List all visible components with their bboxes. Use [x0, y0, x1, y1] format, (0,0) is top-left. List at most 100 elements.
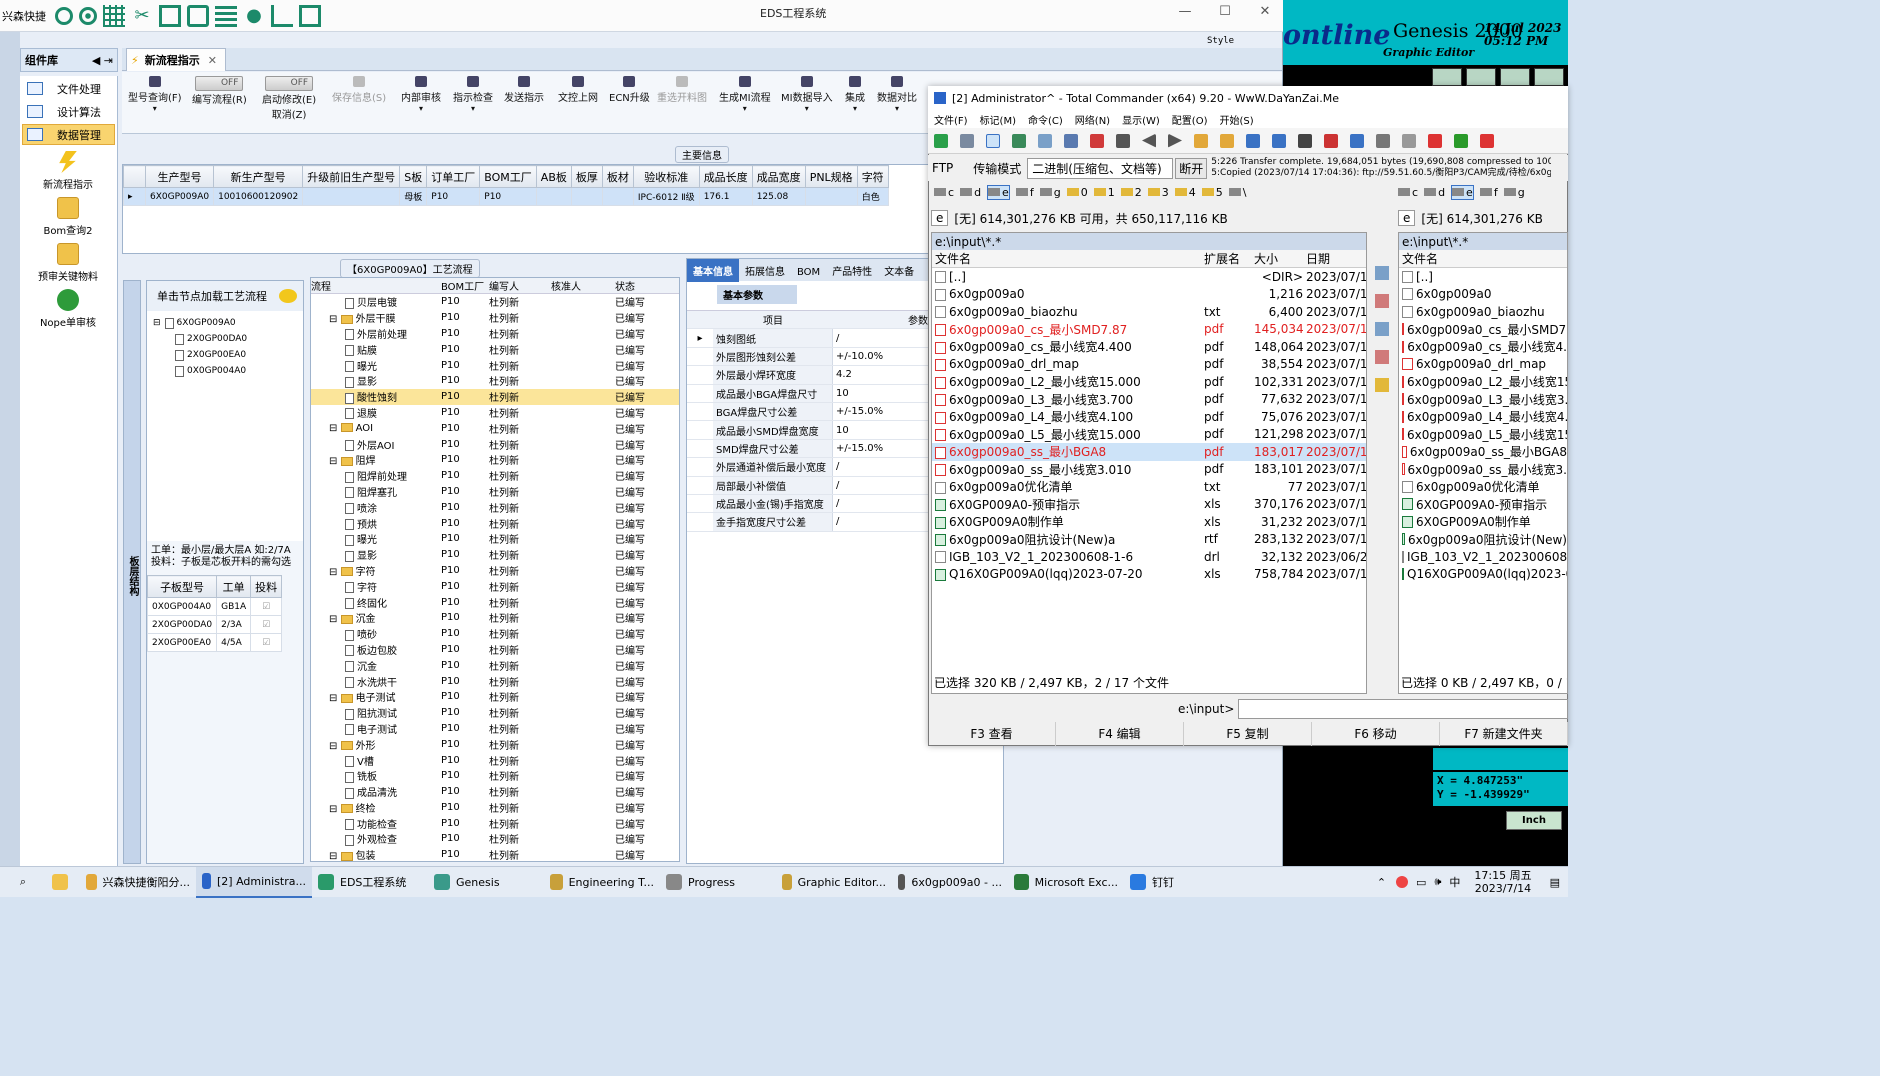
flow-row[interactable]: 酸性蚀刻 P10 杜列新 已编写 — [311, 388, 679, 405]
work-order-cell[interactable]: 2/3A — [216, 615, 252, 634]
file-row[interactable]: 6x0gp009a0_L2_最小线宽15.000 pdf 102,331 2023/0… — [932, 373, 1366, 391]
param-value[interactable]: 4.2 — [833, 369, 852, 380]
main-info-cell[interactable]: P10 — [479, 187, 537, 206]
board-structure-tab[interactable]: 板层结构 — [123, 280, 141, 864]
explorer-icon[interactable] — [46, 867, 80, 898]
drive-button[interactable]: 4 — [1174, 186, 1196, 199]
forward-icon[interactable] — [1168, 133, 1182, 148]
flow-row[interactable]: 铣板 P10 杜列新 已编写 — [311, 768, 679, 784]
monitor-icon[interactable] — [299, 4, 321, 27]
drive-button[interactable]: 1 — [1093, 186, 1115, 199]
file-row[interactable]: 6X0GP009A0-预审指示 — [1399, 496, 1567, 514]
menu-view[interactable]: 显示(W) — [1122, 112, 1160, 127]
drive-button[interactable]: d — [1424, 186, 1445, 199]
file-row[interactable]: 6x0gp009a0_cs_最小SMD7. — [1399, 321, 1567, 339]
cancel-label[interactable]: 取消(Z) — [272, 110, 307, 121]
flow-row[interactable]: 成品清洗 P10 杜列新 已编写 — [311, 784, 679, 800]
file-row[interactable]: 6x0gp009a0_L3_最小线宽3.700 pdf 77,632 2023/07/… — [932, 391, 1366, 409]
param-value[interactable]: +/-10.0% — [833, 351, 883, 362]
compare-dirs-icon[interactable] — [1064, 133, 1078, 148]
middle-tool-icon[interactable] — [1375, 294, 1389, 308]
menu-network[interactable]: 网络(N) — [1075, 112, 1110, 127]
work-order-cell[interactable]: GB1A — [216, 597, 252, 616]
maximize-icon[interactable]: ☐ — [1205, 4, 1245, 19]
flow-row[interactable]: 水洗烘干 P10 杜列新 已编写 — [311, 673, 679, 689]
flow-row[interactable]: 退膜 P10 杜列新 已编写 — [311, 405, 679, 421]
ftp-new-icon[interactable] — [1272, 133, 1286, 148]
command-input[interactable] — [1238, 699, 1568, 719]
file-row[interactable]: 6x0gp009a0_L3_最小线宽3. — [1399, 391, 1567, 409]
f3-view-button[interactable]: F3 查看 — [928, 722, 1056, 746]
flow-row[interactable]: 外层AOI P10 杜列新 已编写 — [311, 436, 679, 452]
unit-button[interactable]: Inch — [1506, 811, 1562, 830]
star-icon[interactable] — [1090, 133, 1104, 148]
data-compare-button[interactable]: 数据对比 ▾ — [877, 76, 917, 113]
file-row[interactable]: 6x0gp009a0优化清单 — [1399, 478, 1567, 496]
taskbar-item[interactable]: EDS工程系统 — [312, 867, 428, 898]
target-icon[interactable] — [79, 6, 97, 25]
file-row[interactable]: [..] — [1399, 268, 1567, 286]
toggle-off[interactable]: OFF — [265, 76, 314, 91]
param-value[interactable]: / — [833, 480, 839, 491]
drive-button[interactable]: f — [1015, 186, 1034, 199]
scissors-icon[interactable]: ✂ — [131, 5, 153, 27]
main-info-col[interactable]: 字符 — [856, 165, 889, 188]
main-info-col[interactable]: PNL规格 — [804, 165, 858, 188]
tool-bom-query[interactable]: Bom查询2 — [20, 197, 116, 237]
reselect-panel-button[interactable]: 重选开料图 — [657, 76, 707, 104]
flow-row[interactable]: 喷砂 P10 杜列新 已编写 — [311, 626, 679, 642]
main-info-cell[interactable]: 176.1 — [698, 187, 753, 206]
gen-mi-button[interactable]: 生成MI流程 ▾ — [719, 76, 771, 113]
copy-icon[interactable] — [187, 4, 209, 27]
tree-icon[interactable] — [1038, 133, 1052, 148]
genesis-tool-icon[interactable] — [1500, 68, 1530, 86]
back-icon[interactable] — [1142, 133, 1156, 148]
tray-app-icon[interactable] — [1396, 876, 1409, 888]
info-tab[interactable]: BOM — [791, 263, 826, 282]
main-info-cell[interactable]: 6X0GP009A0 — [144, 187, 215, 206]
flow-row[interactable]: 板边包胶 P10 杜列新 已编写 — [311, 642, 679, 658]
flow-row[interactable]: 显影 P10 杜列新 已编写 — [311, 373, 679, 389]
collapse-icon[interactable]: ⊟ — [329, 423, 341, 434]
drive-button[interactable]: d — [960, 186, 981, 199]
tree-child[interactable]: 0X0GP004A0 — [153, 363, 297, 379]
close-icon[interactable]: ✕ — [1245, 4, 1285, 19]
flow-row[interactable]: ⊟ 外层干膜 P10 杜列新 已编写 — [311, 310, 679, 326]
middle-tool-icon[interactable] — [1375, 266, 1389, 280]
file-row[interactable]: 6X0GP009A0-预审指示 xls 370,176 2023/07/1 — [932, 496, 1366, 514]
nav-design-algorithm[interactable]: 设计算法 — [22, 101, 115, 122]
pack-icon[interactable] — [1116, 133, 1130, 148]
work-order-cell[interactable]: 4/5A — [216, 633, 252, 652]
collapse-icon[interactable]: ⊟ — [329, 456, 341, 467]
flow-row[interactable]: V槽 P10 杜列新 已编写 — [311, 752, 679, 768]
genesis-tool-icon[interactable] — [1534, 68, 1564, 86]
tree-child[interactable]: 2X0GP00DA0 — [153, 331, 297, 347]
auto-modify-toggle[interactable]: OFF 启动修改(E) 取消(Z) — [262, 76, 316, 121]
drive-button[interactable]: \ — [1228, 186, 1246, 199]
flow-row[interactable]: 字符 P10 杜列新 已编写 — [311, 578, 679, 594]
info-tab[interactable]: 基本信息 — [687, 259, 739, 282]
col-name[interactable]: 文件名 — [1399, 250, 1438, 267]
refresh-icon[interactable] — [934, 133, 948, 148]
right-drive-select[interactable]: e — [1398, 210, 1416, 226]
file-row[interactable]: 6x0gp009a0 1,216 2023/07/1 — [932, 286, 1366, 304]
brief-view-icon[interactable] — [986, 133, 1000, 148]
flow-row[interactable]: 阻焊前处理 P10 杜列新 已编写 — [311, 468, 679, 484]
file-row[interactable]: Q16X0GP009A0(lqq)2023-07-20 xls 758,784 202… — [932, 566, 1366, 584]
collapse-icon[interactable]: ◀ ⇥ — [92, 54, 113, 67]
middle-tool-icon[interactable] — [1375, 378, 1389, 392]
nav-data-management[interactable]: 数据管理 — [22, 124, 115, 145]
film-icon[interactable] — [159, 4, 181, 27]
main-info-cell[interactable] — [601, 187, 634, 206]
file-row[interactable]: 6x0gp009a0_biaozhu txt 6,400 2023/07/1 — [932, 303, 1366, 321]
main-info-cell[interactable]: P10 — [426, 187, 481, 206]
collapse-icon[interactable]: ⊟ — [329, 741, 341, 752]
toggle-off[interactable]: OFF — [195, 76, 244, 91]
feed-checkbox[interactable]: ☑ — [250, 615, 283, 634]
main-info-col[interactable]: AB板 — [535, 165, 572, 188]
drive-button[interactable]: 0 — [1066, 186, 1088, 199]
param-value[interactable]: / — [833, 333, 839, 344]
main-info-col[interactable]: 升级前旧生产型号 — [302, 165, 401, 188]
network-icon[interactable]: ▭ — [1416, 876, 1426, 889]
notification-icon[interactable]: ▤ — [1550, 876, 1560, 889]
